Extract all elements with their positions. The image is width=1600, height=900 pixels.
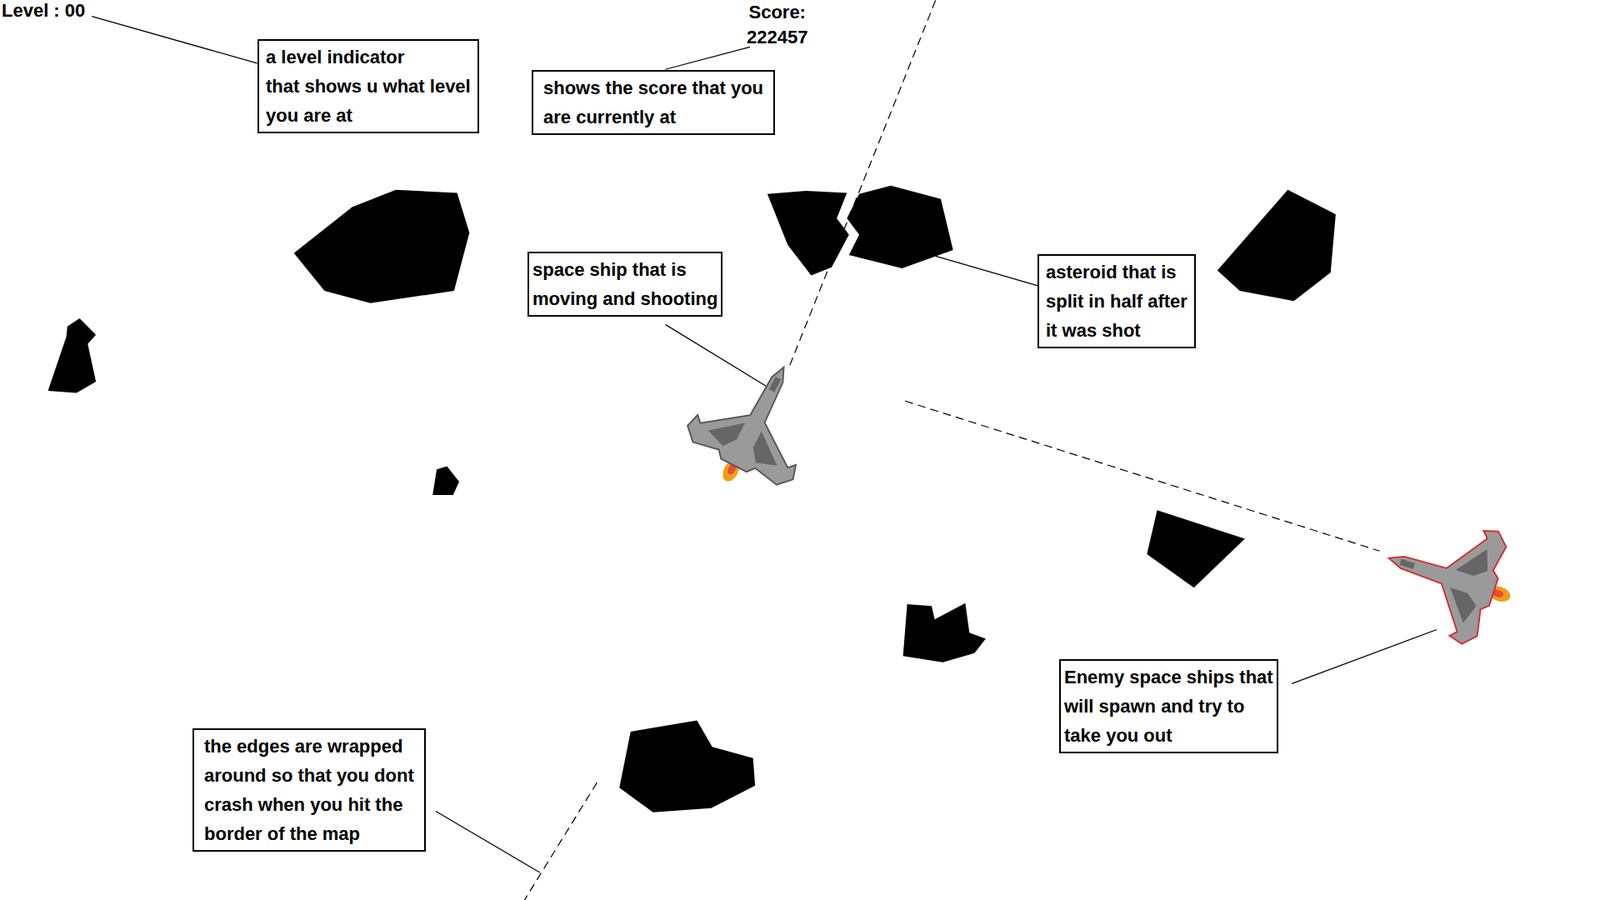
annotation-line: a level indicator bbox=[265, 42, 471, 72]
annotation-line: the edges are wrapped bbox=[204, 731, 415, 761]
annotation-line: split in half after bbox=[1045, 286, 1188, 316]
annotation-line: it was shot bbox=[1045, 315, 1188, 345]
annotation-line: crash when you hit the bbox=[204, 790, 415, 820]
asteroid-half bbox=[767, 190, 850, 276]
player-ship-icon[interactable] bbox=[673, 340, 837, 508]
annotation-line: shows the score that you bbox=[543, 73, 764, 103]
score-display: Score: 222457 bbox=[746, 0, 808, 50]
annotation-box: a level indicatorthat shows u what level… bbox=[257, 39, 480, 134]
annotation-box: the edges are wrappedaround so that you … bbox=[192, 728, 426, 852]
annotation-line: that shows u what level bbox=[265, 71, 471, 101]
annotation-box: Enemy space ships thatwill spawn and try… bbox=[1059, 659, 1279, 754]
score-label: Score: bbox=[748, 0, 805, 25]
connector-line bbox=[665, 46, 750, 70]
annotation-line: asteroid that is bbox=[1045, 257, 1188, 287]
annotation-box: space ship that ismoving and shooting bbox=[527, 251, 723, 317]
score-value: 222457 bbox=[746, 25, 808, 50]
annotation-line: are currently at bbox=[543, 102, 764, 132]
annotation-line: take you out bbox=[1064, 720, 1274, 750]
connector-line bbox=[665, 324, 770, 389]
annotation-line: you are at bbox=[265, 100, 471, 130]
asteroid bbox=[1146, 510, 1245, 588]
level-indicator: Level : 00 bbox=[1, 0, 85, 22]
asteroid-half bbox=[846, 185, 953, 269]
annotation-line: space ship that is bbox=[532, 255, 718, 285]
annotation-line: border of the map bbox=[204, 819, 415, 849]
annotation-line: will spawn and try to bbox=[1064, 691, 1274, 721]
connectors bbox=[91, 16, 1437, 873]
connector-line bbox=[435, 810, 540, 872]
annotation-box: shows the score that youare currently at bbox=[531, 70, 775, 135]
annotation-box: asteroid that issplit in half afterit wa… bbox=[1037, 254, 1196, 349]
game-canvas[interactable]: Level : 00 Score: 222457 a level indicat… bbox=[0, 0, 1600, 900]
asteroids bbox=[48, 185, 1336, 813]
enemy-bullet-path bbox=[905, 400, 1380, 551]
asteroid bbox=[1217, 190, 1336, 301]
enemy-ship-icon bbox=[1370, 501, 1529, 654]
asteroid bbox=[432, 466, 460, 495]
asteroid bbox=[619, 720, 755, 812]
wrapped-bullet-path bbox=[524, 782, 597, 900]
annotation-line: Enemy space ships that bbox=[1064, 662, 1274, 692]
annotation-line: moving and shooting bbox=[532, 284, 718, 314]
asteroid bbox=[48, 318, 97, 393]
connector-line bbox=[1291, 630, 1437, 685]
asteroid bbox=[903, 603, 986, 663]
connector-line bbox=[91, 16, 257, 64]
annotation-line: around so that you dont bbox=[204, 760, 415, 790]
asteroid bbox=[294, 190, 470, 304]
player-bullet-path bbox=[790, 0, 936, 365]
bullet-paths bbox=[524, 0, 1380, 900]
connector-line bbox=[935, 255, 1038, 286]
